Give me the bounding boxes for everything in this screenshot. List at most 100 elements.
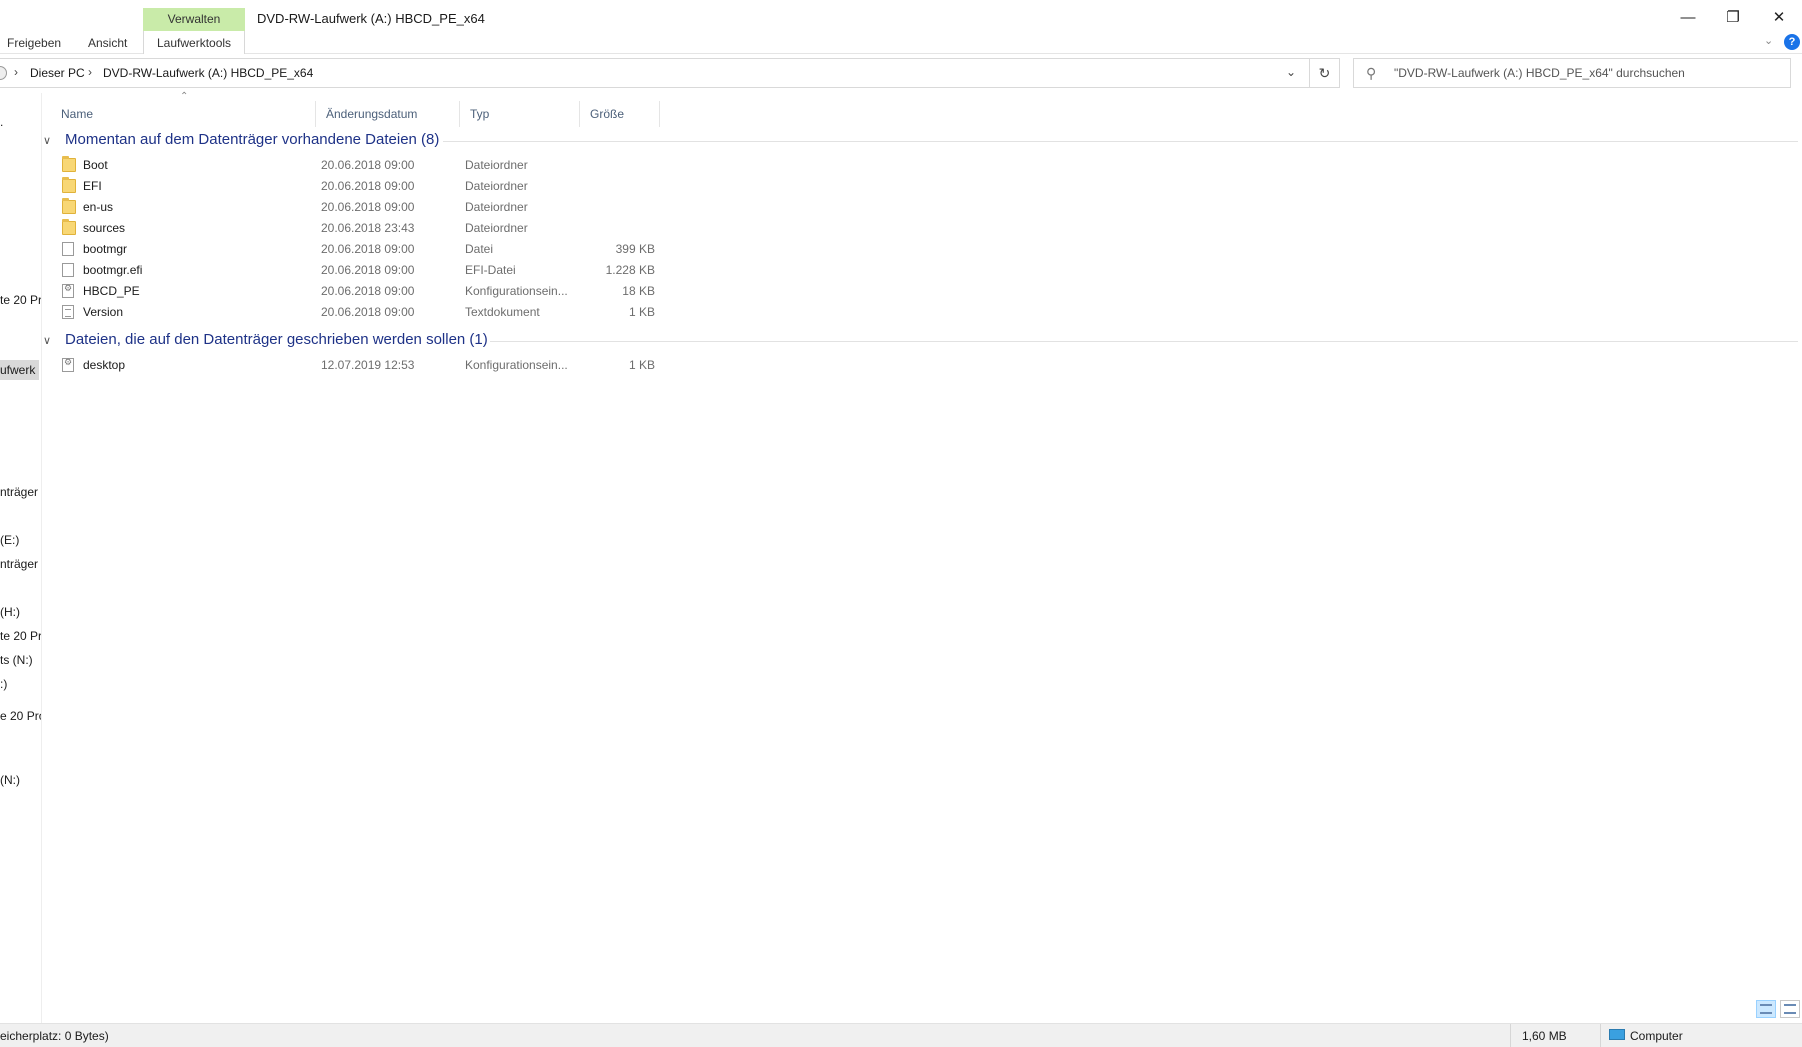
drive-icon [0, 66, 7, 80]
tab-ansicht[interactable]: Ansicht [88, 34, 127, 52]
column-header-name[interactable]: Name [51, 101, 316, 127]
status-size: 1,60 MB [1522, 1029, 1567, 1043]
computer-icon [1609, 1029, 1625, 1040]
file-row[interactable]: sources 20.06.2018 23:43 Dateiordner [53, 218, 673, 239]
file-size: 1 KB [628, 305, 655, 319]
column-header-date[interactable]: Änderungsdatum [316, 101, 460, 127]
file-size: 18 KB [622, 284, 655, 298]
nav-item[interactable]: ts (N:) [0, 653, 33, 667]
status-divider [1510, 1024, 1511, 1047]
file-name: en-us [83, 200, 114, 214]
breadcrumb-current-drive[interactable]: DVD-RW-Laufwerk (A:) HBCD_PE_x64 [103, 66, 313, 80]
window-title: DVD-RW-Laufwerk (A:) HBCD_PE_x64 [257, 11, 485, 26]
file-date: 12.07.2019 12:53 [321, 358, 415, 372]
config-file-icon [62, 283, 74, 298]
refresh-button[interactable]: ↻ [1310, 58, 1340, 88]
file-name: desktop [83, 358, 126, 372]
details-view-icon [1760, 1004, 1772, 1014]
nav-item[interactable]: te 20 Pr [0, 629, 41, 643]
details-view-button[interactable] [1756, 1000, 1776, 1018]
breadcrumb-chevron-icon[interactable]: › [88, 65, 92, 79]
search-placeholder[interactable]: "DVD-RW-Laufwerk (A:) HBCD_PE_x64" durch… [1394, 66, 1685, 80]
file-name: HBCD_PE [83, 284, 140, 298]
nav-item[interactable]: :) [0, 677, 7, 691]
nav-item[interactable]: (H:) [0, 605, 20, 619]
collapse-chevron-icon[interactable]: ∨ [43, 334, 51, 347]
file-name: Version [83, 305, 124, 319]
file-size: 1 KB [628, 358, 655, 372]
nav-item[interactable]: (E:) [0, 533, 19, 547]
file-type: EFI-Datei [465, 263, 516, 277]
file-type: Dateiordner [465, 221, 528, 235]
minimize-button[interactable]: — [1665, 0, 1711, 36]
file-date: 20.06.2018 09:00 [321, 242, 415, 256]
status-bar: eicherplatz: 0 Bytes) 1,60 MB Computer [0, 1023, 1802, 1047]
file-date: 20.06.2018 09:00 [321, 158, 415, 172]
file-size: 399 KB [615, 242, 655, 256]
file-row[interactable]: en-us 20.06.2018 09:00 Dateiordner [53, 197, 673, 218]
file-row[interactable]: bootmgr 20.06.2018 09:00 Datei 399 KB [53, 239, 673, 260]
navigation-pane[interactable]: . te 20 Pr ufwerk nträger (E:) nträger (… [0, 93, 42, 1023]
file-type: Textdokument [465, 305, 540, 319]
search-box[interactable]: ⚲ "DVD-RW-Laufwerk (A:) HBCD_PE_x64" dur… [1353, 58, 1791, 88]
nav-item[interactable]: nträger [0, 557, 38, 571]
folder-icon [62, 156, 76, 172]
file-type: Konfigurationsein... [465, 358, 568, 372]
file-name: EFI [83, 179, 102, 193]
breadcrumb-dieser-pc[interactable]: Dieser PC [30, 66, 85, 80]
large-icons-view-icon [1784, 1004, 1796, 1014]
file-row[interactable]: bootmgr.efi 20.06.2018 09:00 EFI-Datei 1… [53, 260, 673, 281]
help-icon[interactable]: ? [1784, 34, 1800, 50]
search-icon: ⚲ [1366, 65, 1377, 81]
file-date: 20.06.2018 09:00 [321, 305, 415, 319]
maximize-button[interactable]: ❐ [1710, 0, 1756, 36]
file-name: bootmgr.efi [83, 263, 143, 277]
address-row: › Dieser PC › DVD-RW-Laufwerk (A:) HBCD_… [0, 55, 1802, 93]
file-row[interactable]: Version 20.06.2018 09:00 Textdokument 1 … [53, 302, 673, 323]
file-row[interactable]: desktop 12.07.2019 12:53 Konfigurationse… [53, 355, 673, 376]
folder-icon [62, 219, 76, 235]
expand-ribbon-chevron-icon[interactable]: ⌄ [1764, 34, 1773, 47]
nav-item[interactable]: te 20 Pr [0, 293, 41, 307]
file-icon [62, 242, 74, 256]
file-row[interactable]: HBCD_PE 20.06.2018 09:00 Konfigurationse… [53, 281, 673, 302]
file-date: 20.06.2018 09:00 [321, 200, 415, 214]
tab-laufwerktools[interactable]: Laufwerktools [157, 34, 231, 52]
breadcrumb-chevron-icon[interactable]: › [14, 65, 18, 79]
file-type: Dateiordner [465, 179, 528, 193]
folder-icon [62, 198, 76, 214]
file-type: Konfigurationsein... [465, 284, 568, 298]
context-tab-group-label: Verwalten [143, 8, 245, 31]
file-row[interactable]: EFI 20.06.2018 09:00 Dateiordner [53, 176, 673, 197]
file-list[interactable]: ⌃ Name Änderungsdatum Typ Größe ∨ Moment… [43, 91, 1802, 1023]
status-divider [1600, 1024, 1601, 1047]
folder-icon [62, 177, 76, 193]
large-icons-view-button[interactable] [1780, 1000, 1800, 1018]
config-file-icon [62, 357, 74, 372]
file-icon [62, 263, 74, 277]
nav-item-selected-drive[interactable]: ufwerk [0, 360, 40, 380]
nav-item[interactable]: . [0, 115, 3, 129]
file-size: 1.228 KB [605, 263, 655, 277]
file-name: Boot [83, 158, 108, 172]
column-header-type[interactable]: Typ [460, 101, 580, 127]
nav-item[interactable]: (N:) [0, 773, 20, 787]
file-type: Dateiordner [465, 158, 528, 172]
file-date: 20.06.2018 09:00 [321, 284, 415, 298]
file-type: Dateiordner [465, 200, 528, 214]
address-dropdown-chevron-icon[interactable]: ⌄ [1286, 65, 1296, 79]
file-name: sources [83, 221, 126, 235]
nav-item[interactable]: e 20 Pro [0, 709, 41, 723]
group-title: Dateien, die auf den Datenträger geschri… [65, 331, 488, 348]
close-button[interactable]: ✕ [1756, 0, 1802, 36]
file-date: 20.06.2018 09:00 [321, 263, 415, 277]
file-row[interactable]: Boot 20.06.2018 09:00 Dateiordner [53, 155, 673, 176]
group-divider [490, 341, 1798, 342]
nav-item[interactable]: nträger [0, 485, 38, 499]
file-type: Datei [465, 242, 494, 256]
address-bar[interactable]: › Dieser PC › DVD-RW-Laufwerk (A:) HBCD_… [0, 58, 1310, 88]
column-header-size[interactable]: Größe [580, 101, 660, 127]
collapse-chevron-icon[interactable]: ∨ [43, 134, 51, 147]
status-location: Computer [1630, 1029, 1683, 1043]
tab-freigeben[interactable]: Freigeben [7, 34, 61, 52]
